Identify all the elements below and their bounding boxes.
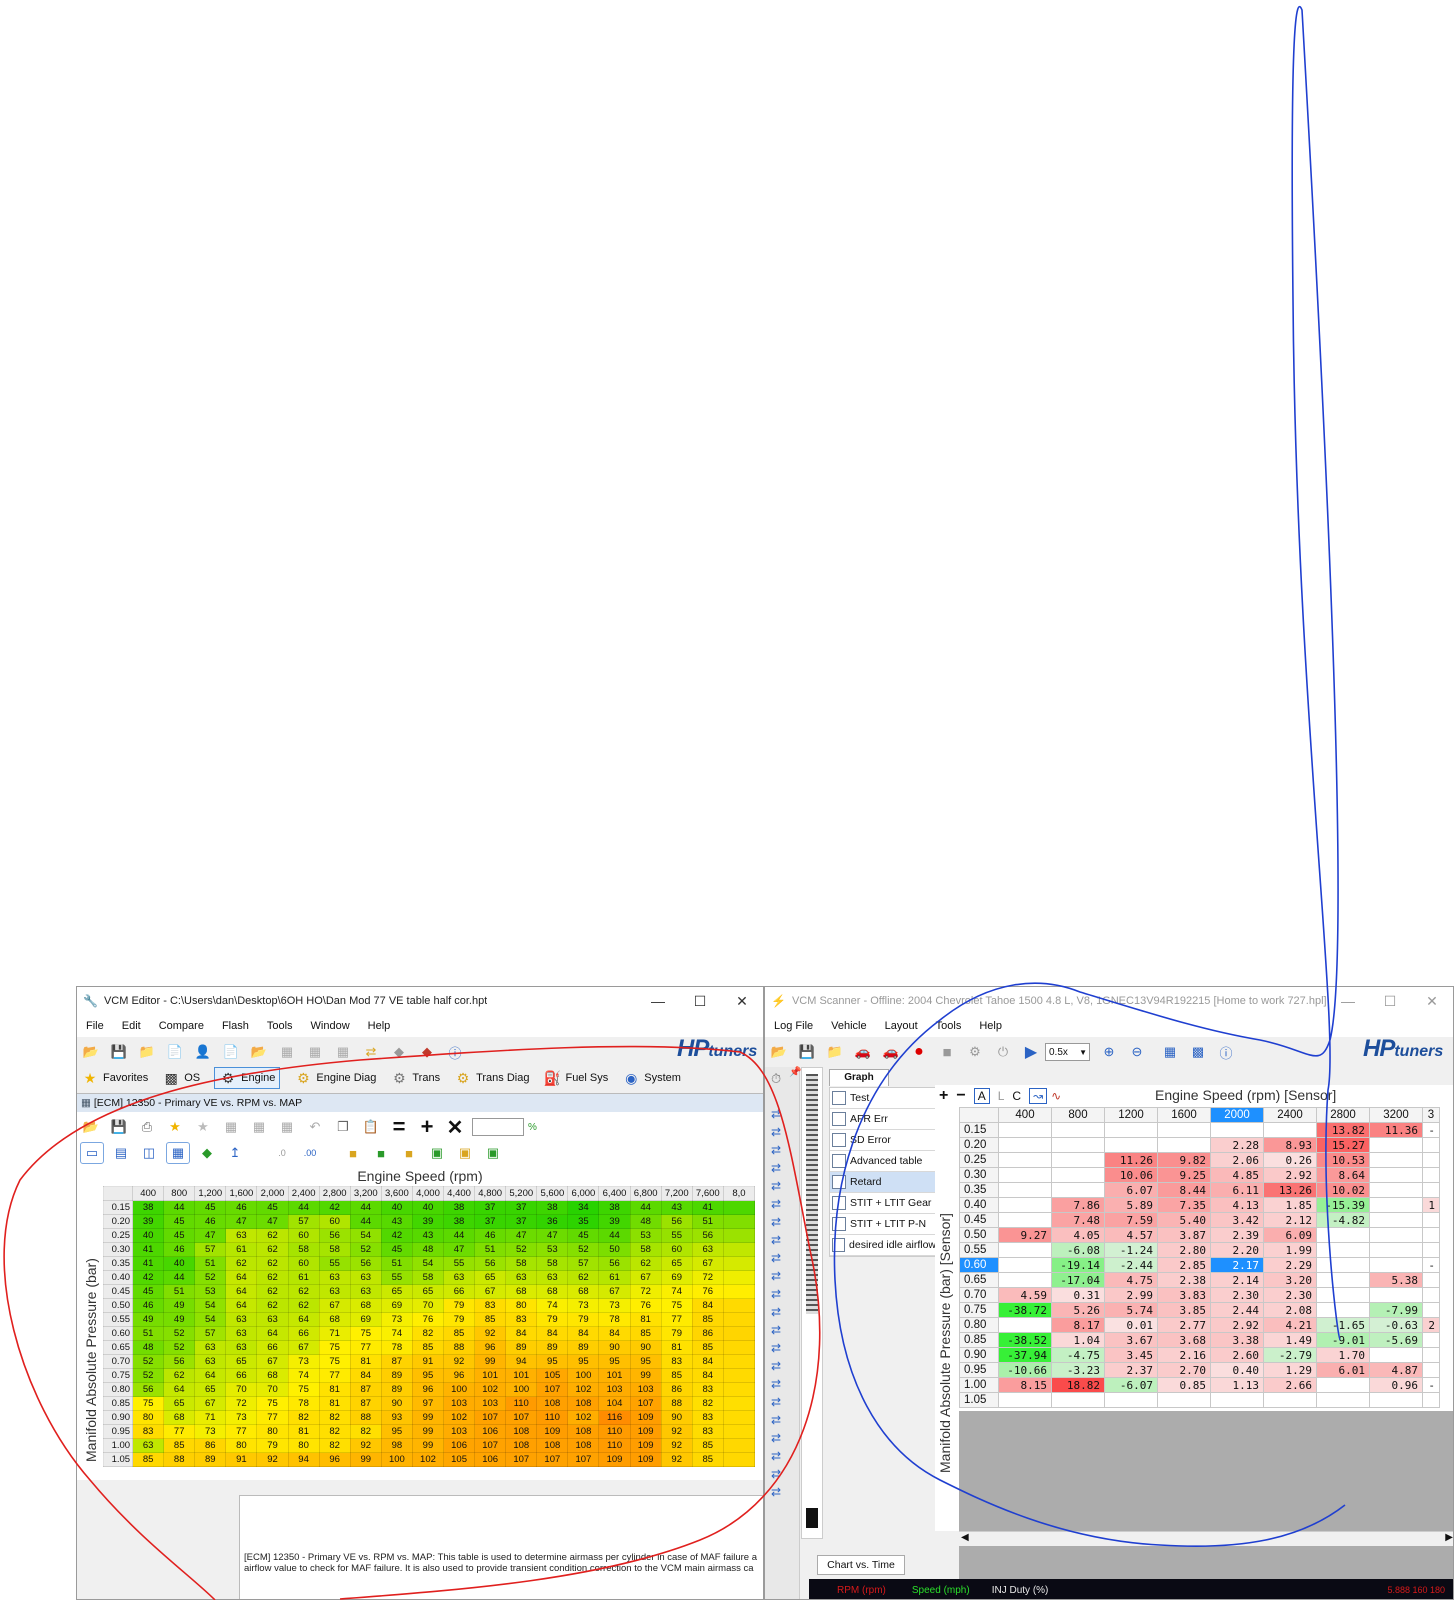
red-annotation-circle bbox=[3, 1045, 821, 1600]
annotation-overlay bbox=[3, 5, 1346, 1600]
blue-annotation-loop bbox=[833, 5, 1346, 1547]
